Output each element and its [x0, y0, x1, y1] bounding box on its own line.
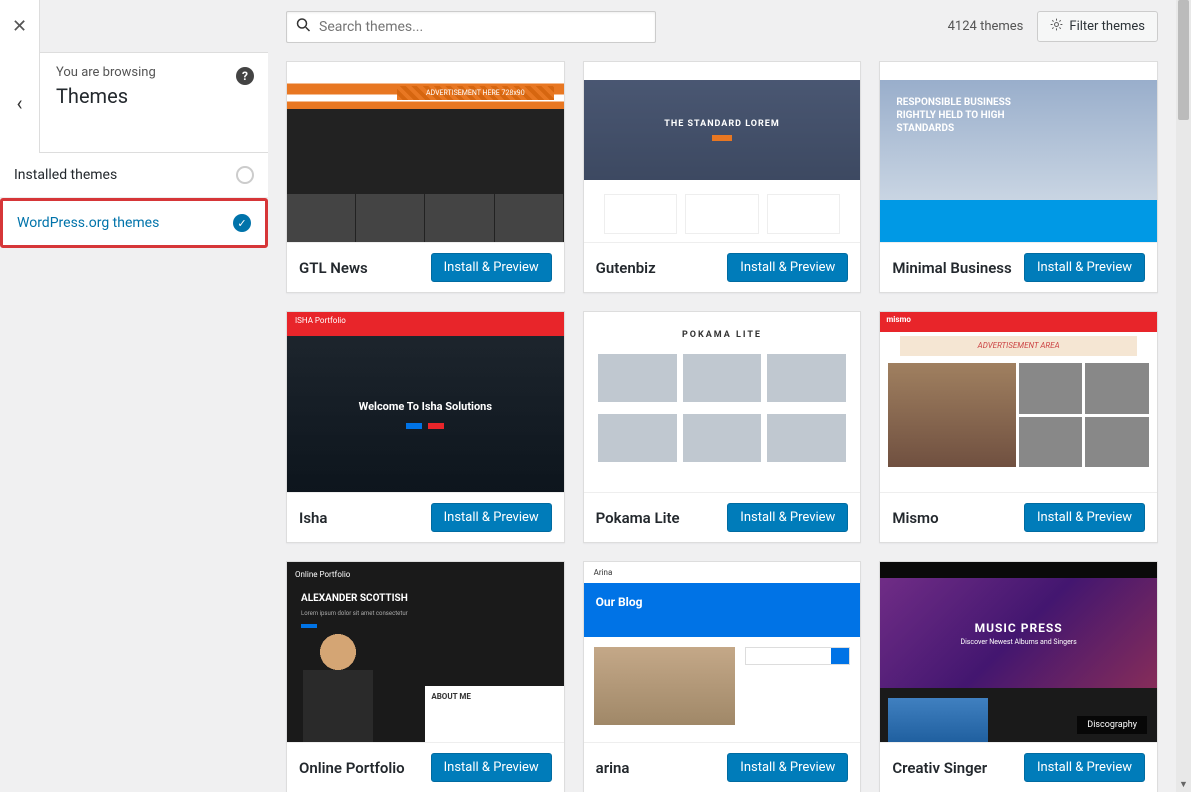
search-input[interactable]: [286, 11, 656, 43]
browsing-label: You are browsing: [56, 65, 252, 80]
close-button[interactable]: ✕: [0, 0, 40, 53]
preview-headline: RESPONSIBLE BUSINESS RIGHTLY HELD TO HIG…: [896, 96, 1043, 135]
theme-preview: Arina Our Blog: [584, 562, 861, 742]
theme-card-gutenbiz[interactable]: THE STANDARD LOREM Gutenbiz Install & Pr…: [583, 61, 862, 293]
main-content: 4124 themes Filter themes GTL News ADVER…: [268, 0, 1176, 792]
preview-text: Lorem ipsum dolor sit amet consectetur: [287, 610, 439, 618]
theme-preview: Online Portfolio ALEXANDER SCOTTISH Lore…: [287, 562, 564, 742]
theme-card-arina[interactable]: Arina Our Blog arina Install & Preview: [583, 561, 862, 792]
theme-name: Isha: [299, 509, 327, 527]
filter-list: Installed themes WordPress.org themes ✓: [0, 153, 268, 248]
theme-footer: Pokama Lite Install & Preview: [584, 492, 861, 542]
install-preview-button[interactable]: Install & Preview: [431, 753, 552, 782]
sidebar-topbar: ✕: [0, 0, 268, 53]
search-wrap: [286, 11, 656, 43]
preview-headline: MUSIC PRESS: [975, 621, 1063, 635]
install-preview-button[interactable]: Install & Preview: [727, 503, 848, 532]
preview-logo: Arina: [594, 568, 613, 577]
theme-footer: Minimal Business Install & Preview: [880, 242, 1157, 292]
theme-name: Online Portfolio: [299, 759, 405, 777]
back-button[interactable]: ‹: [0, 53, 40, 153]
preview-headline: ALEXANDER SCOTTISH: [287, 587, 564, 610]
theme-card-creativ-singer[interactable]: MUSIC PRESS Discover Newest Albums and Si…: [879, 561, 1158, 792]
chevron-left-icon: ‹: [16, 91, 22, 115]
preview-about: ABOUT ME: [425, 686, 563, 742]
theme-preview: GTL News ADVERTISEMENT HERE 728x90: [287, 62, 564, 242]
install-preview-button[interactable]: Install & Preview: [1024, 503, 1145, 532]
preview-headline: Welcome To Isha Solutions: [359, 400, 492, 413]
scroll-down-icon[interactable]: ▼: [1176, 777, 1191, 792]
preview-title: POKAMA LITE: [584, 312, 861, 348]
gear-icon: [1050, 18, 1063, 35]
filter-themes-button[interactable]: Filter themes: [1037, 11, 1158, 42]
theme-footer: arina Install & Preview: [584, 742, 861, 792]
preview-logo: mismo: [880, 312, 1157, 332]
filter-button-label: Filter themes: [1069, 19, 1145, 34]
filter-installed-themes[interactable]: Installed themes: [0, 153, 268, 198]
theme-footer: Online Portfolio Install & Preview: [287, 742, 564, 792]
theme-preview: RESPONSIBLE BUSINESS RIGHTLY HELD TO HIG…: [880, 62, 1157, 242]
filter-label: Installed themes: [14, 167, 117, 183]
theme-card-minimal-business[interactable]: RESPONSIBLE BUSINESS RIGHTLY HELD TO HIG…: [879, 61, 1158, 293]
theme-card-pokama-lite[interactable]: POKAMA LITE Pokama Lite Install & Previe…: [583, 311, 862, 543]
sidebar-header-row: ‹ You are browsing Themes ?: [0, 53, 268, 153]
install-preview-button[interactable]: Install & Preview: [431, 503, 552, 532]
preview-ad: ADVERTISEMENT HERE 728x90: [397, 86, 554, 100]
theme-name: Gutenbiz: [596, 259, 656, 277]
help-icon[interactable]: ?: [236, 67, 254, 85]
sidebar-header: You are browsing Themes ?: [40, 53, 268, 153]
preview-logo: ISHA Portfolio: [287, 312, 564, 336]
toolbar-right: 4124 themes Filter themes: [948, 11, 1158, 42]
preview-disc: Discography: [1077, 716, 1147, 734]
install-preview-button[interactable]: Install & Preview: [1024, 253, 1145, 282]
radio-checked-icon: ✓: [233, 214, 251, 232]
theme-preview: ISHA Portfolio Welcome To Isha Solutions: [287, 312, 564, 492]
radio-unchecked-icon: [236, 166, 254, 184]
theme-footer: Gutenbiz Install & Preview: [584, 242, 861, 292]
sidebar: ✕ ‹ You are browsing Themes ? Installed …: [0, 0, 268, 792]
theme-preview: MUSIC PRESS Discover Newest Albums and Si…: [880, 562, 1157, 742]
theme-card-isha[interactable]: ISHA Portfolio Welcome To Isha Solutions…: [286, 311, 565, 543]
theme-name: Minimal Business: [892, 259, 1011, 277]
preview-headline: THE STANDARD LOREM: [664, 119, 779, 129]
filter-wordpress-org-themes[interactable]: WordPress.org themes ✓: [0, 198, 268, 248]
theme-card-online-portfolio[interactable]: Online Portfolio ALEXANDER SCOTTISH Lore…: [286, 561, 565, 792]
theme-name: Creativ Singer: [892, 759, 987, 777]
scrollbar-thumb[interactable]: [1178, 0, 1189, 120]
theme-footer: Mismo Install & Preview: [880, 492, 1157, 542]
theme-card-mismo[interactable]: mismo ADVERTISEMENT AREA Mismo Install &…: [879, 311, 1158, 543]
toolbar: 4124 themes Filter themes: [268, 0, 1176, 53]
theme-name: arina: [596, 759, 630, 777]
preview-headline: Our Blog: [584, 583, 861, 637]
search-icon: [296, 17, 311, 36]
filter-label: WordPress.org themes: [17, 215, 159, 231]
theme-card-gtl-news[interactable]: GTL News ADVERTISEMENT HERE 728x90 GTL N…: [286, 61, 565, 293]
install-preview-button[interactable]: Install & Preview: [431, 253, 552, 282]
theme-footer: Creativ Singer Install & Preview: [880, 742, 1157, 792]
theme-preview: THE STANDARD LOREM: [584, 62, 861, 242]
theme-footer: GTL News Install & Preview: [287, 242, 564, 292]
preview-sub: Discover Newest Albums and Singers: [961, 638, 1077, 646]
themes-grid: GTL News ADVERTISEMENT HERE 728x90 GTL N…: [268, 53, 1176, 792]
theme-name: Mismo: [892, 509, 938, 527]
install-preview-button[interactable]: Install & Preview: [727, 253, 848, 282]
preview-logo: Online Portfolio: [287, 562, 564, 587]
preview-ad: ADVERTISEMENT AREA: [900, 336, 1137, 356]
scrollbar[interactable]: ▲ ▼: [1176, 0, 1191, 792]
theme-preview: mismo ADVERTISEMENT AREA: [880, 312, 1157, 492]
theme-footer: Isha Install & Preview: [287, 492, 564, 542]
theme-preview: POKAMA LITE: [584, 312, 861, 492]
theme-name: Pokama Lite: [596, 509, 680, 527]
theme-name: GTL News: [299, 259, 368, 277]
install-preview-button[interactable]: Install & Preview: [1024, 753, 1145, 782]
preview-logo: GTL News: [297, 86, 343, 97]
install-preview-button[interactable]: Install & Preview: [727, 753, 848, 782]
close-icon: ✕: [12, 16, 27, 37]
theme-count: 4124 themes: [948, 19, 1024, 34]
page-title: Themes: [56, 84, 252, 108]
